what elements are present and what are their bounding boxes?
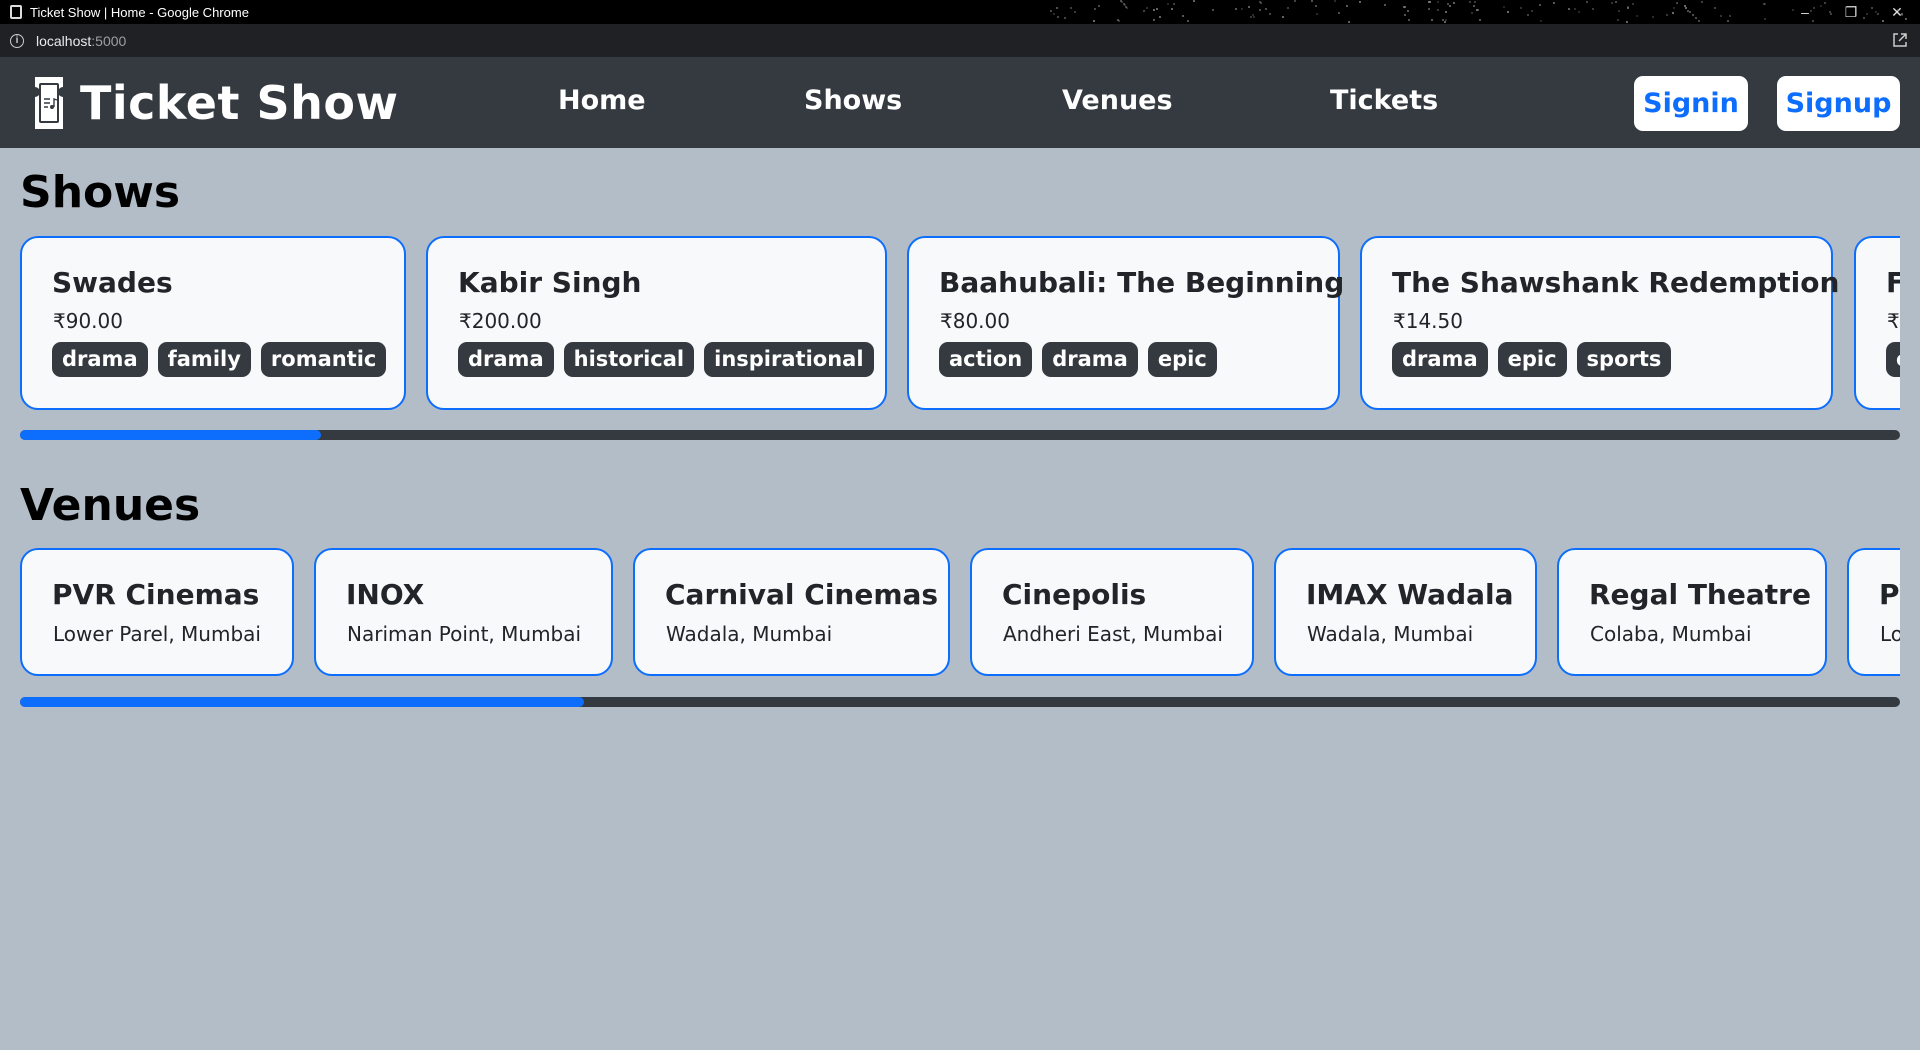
venue-card[interactable]: IMAX Wadala Wadala, Mumbai: [1274, 548, 1537, 676]
browser-titlebar: Ticket Show | Home - Google Chrome – ❐ ✕: [0, 0, 1920, 24]
venue-location: Lo: [1880, 622, 1900, 646]
venue-location: Colaba, Mumbai: [1590, 622, 1752, 646]
venue-location: Nariman Point, Mumbai: [347, 622, 582, 646]
venue-location: Lower Parel, Mumbai: [53, 622, 261, 646]
venues-carousel[interactable]: PVR Cinemas Lower Parel, Mumbai INOX Nar…: [20, 548, 1900, 676]
venue-location: Andheri East, Mumbai: [1003, 622, 1223, 646]
tag: epic: [1497, 342, 1567, 377]
venue-card[interactable]: Regal Theatre Colaba, Mumbai: [1557, 548, 1827, 676]
show-name: The Shawshank Redemption: [1392, 266, 1840, 299]
show-tags: action drama epic: [939, 342, 1217, 377]
show-name: Baahubali: The Beginning: [939, 266, 1345, 299]
shows-scrollbar[interactable]: [20, 430, 1900, 440]
tag: c: [1886, 342, 1900, 377]
app-icon: [10, 5, 22, 19]
venue-location: Wadala, Mumbai: [1307, 622, 1474, 646]
brand[interactable]: Ticket Show: [32, 75, 398, 131]
venue-card[interactable]: Carnival Cinemas Wadala, Mumbai: [633, 548, 950, 676]
signup-button[interactable]: Signup: [1777, 76, 1900, 131]
tag: drama: [1042, 342, 1138, 377]
show-tags: drama epic sports: [1392, 342, 1672, 377]
venue-name: INOX: [346, 578, 425, 611]
url-host: localhost: [36, 32, 92, 49]
venue-name: Carnival Cinemas: [665, 578, 939, 611]
tag: inspirational: [704, 342, 874, 377]
venue-location: Wadala, Mumbai: [666, 622, 833, 646]
show-name: F: [1886, 266, 1900, 299]
show-name: Swades: [52, 266, 173, 299]
tag: action: [939, 342, 1033, 377]
tag: historical: [563, 342, 695, 377]
show-price: ₹: [1887, 309, 1900, 333]
brand-name: Ticket Show: [80, 75, 399, 130]
tag: sports: [1576, 342, 1672, 377]
restore-icon[interactable]: ❐: [1828, 4, 1874, 21]
open-in-window-icon[interactable]: [1892, 32, 1908, 48]
show-name: Kabir Singh: [458, 266, 642, 299]
minimize-icon[interactable]: –: [1782, 4, 1828, 20]
shows-heading: Shows: [20, 167, 181, 218]
nav-link-venues[interactable]: Venues: [1062, 85, 1173, 116]
show-card[interactable]: The Shawshank Redemption ₹14.50 drama ep…: [1360, 236, 1839, 410]
tag: drama: [1392, 342, 1488, 377]
show-card[interactable]: F ₹ c: [1854, 236, 1900, 410]
ticket-icon: [35, 76, 63, 129]
show-tags: drama historical inspirational: [458, 342, 874, 377]
show-card[interactable]: Baahubali: The Beginning ₹80.00 action d…: [907, 236, 1344, 410]
venue-name: IMAX Wadala: [1306, 578, 1514, 611]
venue-card[interactable]: INOX Nariman Point, Mumbai: [314, 548, 613, 676]
venue-name: PV: [1879, 578, 1900, 611]
show-price: ₹90.00: [53, 309, 123, 333]
signin-button[interactable]: Signin: [1634, 76, 1748, 131]
venue-card[interactable]: PVR Cinemas Lower Parel, Mumbai: [20, 548, 294, 676]
nav-link-tickets[interactable]: Tickets: [1330, 85, 1438, 116]
venue-name: Cinepolis: [1002, 578, 1147, 611]
tag: drama: [458, 342, 554, 377]
address-bar[interactable]: i localhost :5000: [0, 24, 1920, 57]
close-icon[interactable]: ✕: [1874, 4, 1920, 21]
venues-heading: Venues: [20, 480, 201, 531]
venue-name: PVR Cinemas: [52, 578, 260, 611]
venues-scrollbar[interactable]: [20, 697, 1900, 707]
show-card[interactable]: Swades ₹90.00 drama family romantic: [20, 236, 406, 410]
show-tags: c: [1886, 342, 1900, 377]
show-price: ₹80.00: [940, 309, 1010, 333]
shows-carousel[interactable]: Swades ₹90.00 drama family romantic Kabi…: [20, 236, 1900, 411]
venues-scrollbar-thumb[interactable]: [20, 697, 584, 707]
tag: epic: [1147, 342, 1217, 377]
site-info-icon[interactable]: i: [10, 33, 24, 48]
show-price: ₹200.00: [459, 309, 542, 333]
venue-name: Regal Theatre: [1589, 578, 1811, 611]
tag: drama: [52, 342, 148, 377]
show-tags: drama family romantic: [52, 342, 387, 377]
venue-card[interactable]: PV Lo: [1847, 548, 1900, 676]
show-card[interactable]: Kabir Singh ₹200.00 drama historical ins…: [426, 236, 887, 410]
nav-link-home[interactable]: Home: [558, 85, 646, 116]
shows-scrollbar-thumb[interactable]: [20, 430, 321, 440]
tag: family: [157, 342, 251, 377]
show-price: ₹14.50: [1393, 309, 1463, 333]
tag: romantic: [260, 342, 387, 377]
venue-card[interactable]: Cinepolis Andheri East, Mumbai: [970, 548, 1254, 676]
window-title: Ticket Show | Home - Google Chrome: [30, 4, 249, 20]
nav-link-shows[interactable]: Shows: [804, 85, 902, 116]
navbar: Ticket Show Home Shows Venues Tickets Si…: [0, 57, 1920, 148]
url-port: :5000: [91, 32, 127, 49]
